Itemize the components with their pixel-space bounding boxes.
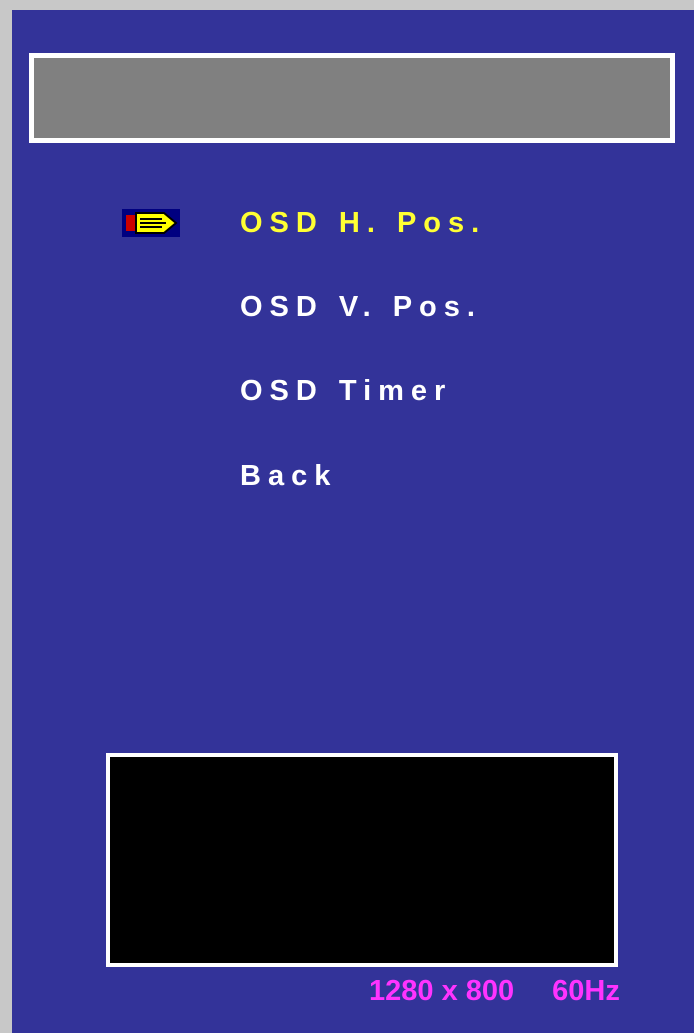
menu-item-back[interactable]: Back <box>240 462 337 491</box>
resolution-status: 1280 x 800 60Hz <box>369 977 620 1006</box>
osd-menu-panel: OSD H. Pos. OSD V. Pos. OSD Timer Back 1… <box>12 10 694 1033</box>
menu-item-osd-h-pos[interactable]: OSD H. Pos. <box>240 209 486 238</box>
pencil-pointer-icon <box>122 209 180 237</box>
osd-title-bar <box>29 53 675 143</box>
osd-frame: OSD H. Pos. OSD V. Pos. OSD Timer Back 1… <box>0 0 694 1033</box>
menu-item-osd-timer[interactable]: OSD Timer <box>240 377 452 406</box>
refresh-rate-text: 60Hz <box>552 975 620 1007</box>
menu-item-osd-v-pos[interactable]: OSD V. Pos. <box>240 293 482 322</box>
resolution-text: 1280 x 800 <box>369 975 515 1007</box>
preview-box <box>106 753 618 967</box>
